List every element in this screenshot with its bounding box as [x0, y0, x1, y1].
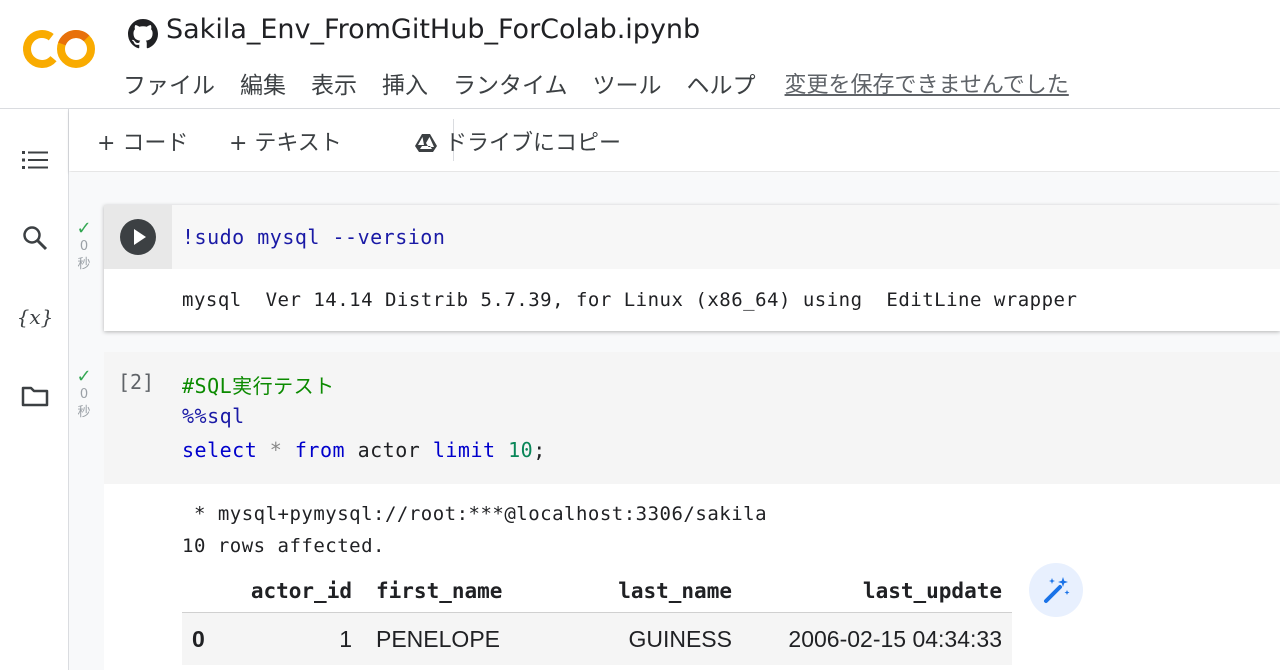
variables-icon[interactable]: {x} — [17, 302, 54, 332]
cell-last-update: 2006-02-15 04:34:33 — [788, 625, 1002, 652]
cell2-exec-status: ✓ 0 秒 — [72, 368, 96, 422]
add-text-button[interactable]: + テキスト — [229, 125, 342, 157]
table-name: actor — [345, 438, 433, 462]
menu-edit[interactable]: 編集 — [240, 66, 286, 100]
folder-icon[interactable] — [20, 381, 50, 411]
table-row: 0 1 PENELOPE GUINESS 2006-02-15 04:34:33 — [182, 612, 1012, 665]
col-header-actor-id: actor_id — [242, 570, 366, 613]
cell1-exec-status: ✓ 0 秒 — [72, 220, 96, 274]
menu-tools[interactable]: ツール — [593, 66, 662, 100]
notebook-toolbar: + コード + テキスト ドライブにコピー — [69, 109, 1280, 171]
table-header-row: actor_id first_name last_name last_updat… — [182, 570, 1012, 613]
magic-wand-icon — [1044, 577, 1070, 603]
cell2-query[interactable]: select * from actor limit 10; — [182, 438, 546, 462]
table-of-contents-icon[interactable] — [20, 145, 50, 175]
cell1-exec-time: 0 — [79, 239, 89, 254]
copy-to-drive-button[interactable]: ドライブにコピー — [415, 125, 621, 157]
kw-select: select — [182, 438, 258, 462]
menu-runtime[interactable]: ランタイム — [453, 66, 568, 100]
cell2-comment[interactable]: #SQL実行テスト — [182, 370, 335, 399]
suggest-charts-button[interactable] — [1029, 563, 1083, 617]
save-status-link[interactable]: 変更を保存できませんでした — [785, 67, 1069, 99]
col-header-first-name: first_name — [366, 570, 576, 613]
search-icon[interactable] — [20, 223, 50, 253]
cell2-magic[interactable]: %%sql — [182, 404, 245, 428]
menu-view[interactable]: 表示 — [311, 66, 357, 100]
cell-last-name: GUINESS — [628, 625, 732, 652]
success-check-icon: ✓ — [76, 218, 92, 239]
query-space — [496, 438, 509, 462]
kw-from: from — [294, 438, 346, 462]
cell1-output: mysql Ver 14.14 Distrib 5.7.39, for Linu… — [182, 289, 1078, 311]
run-cell-button[interactable] — [120, 219, 156, 255]
cell-first-name: PENELOPE — [376, 625, 500, 652]
colab-logo — [23, 30, 95, 68]
cell2-exec-unit: 秒 — [77, 405, 91, 420]
left-sidebar: {x} — [0, 109, 69, 670]
menu-insert[interactable]: 挿入 — [382, 66, 428, 100]
col-header-index — [182, 570, 242, 613]
github-icon — [128, 19, 158, 49]
header: Sakila_Env_FromGitHub_ForColab.ipynb ファイ… — [0, 0, 1280, 109]
star-op: * — [257, 438, 295, 462]
cell1-exec-unit: 秒 — [77, 257, 91, 272]
cell1-gutter — [104, 205, 172, 269]
limit-number: 10 — [508, 438, 534, 462]
menu-file[interactable]: ファイル — [123, 66, 215, 100]
kw-limit: limit — [432, 438, 496, 462]
cell2-output-connection: * mysql+pymysql://root:***@localhost:330… — [182, 503, 768, 525]
semicolon: ; — [533, 438, 546, 462]
col-header-last-update: last_update — [732, 570, 1012, 613]
cell2-output-rows: 10 rows affected. — [182, 535, 385, 557]
dataframe-table: actor_id first_name last_name last_updat… — [182, 570, 1012, 665]
cell2-exec-time: 0 — [79, 387, 89, 402]
cell2-exec-count: [2] — [118, 370, 155, 394]
cell-index: 0 — [192, 625, 205, 652]
code-cell-1[interactable]: !sudo mysql --version mysql Ver 14.14 Di… — [104, 205, 1280, 331]
menu-help[interactable]: ヘルプ — [687, 66, 756, 100]
menu-bar: ファイル 編集 表示 挿入 ランタイム ツール ヘルプ 変更を保存できませんでし… — [123, 66, 1069, 100]
col-header-last-name: last_name — [576, 570, 732, 613]
drive-icon — [415, 134, 437, 152]
add-code-button[interactable]: + コード — [97, 125, 188, 157]
copy-to-drive-label: ドライブにコピー — [445, 131, 622, 156]
cell-actor-id: 1 — [339, 625, 352, 652]
notebook-title[interactable]: Sakila_Env_FromGitHub_ForColab.ipynb — [166, 14, 700, 45]
success-check-icon: ✓ — [76, 366, 92, 387]
cell1-code[interactable]: !sudo mysql --version — [182, 225, 445, 249]
